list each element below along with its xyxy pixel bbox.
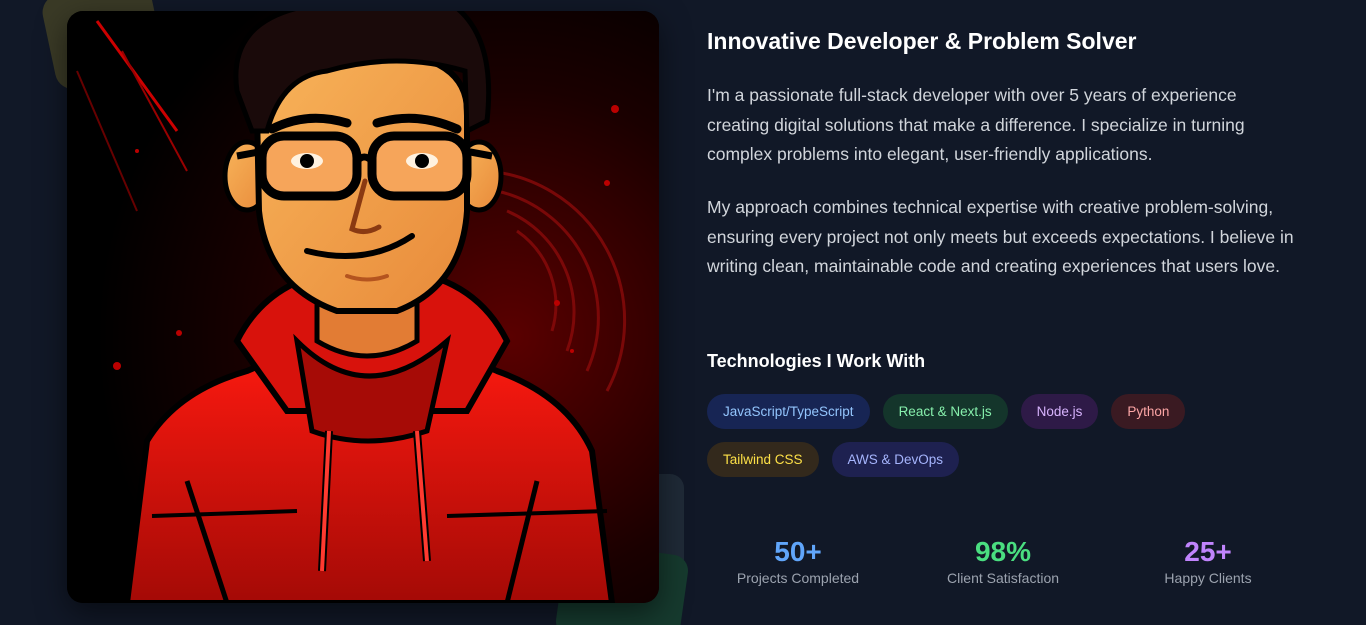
technology-tag: Python	[1111, 394, 1186, 429]
stat-label: Client Satisfaction	[946, 570, 1060, 586]
stat-projects: 50+ Projects Completed	[698, 535, 898, 586]
technology-tag: Node.js	[1020, 394, 1099, 429]
stat-happy-clients: 25+ Happy Clients	[1108, 535, 1308, 586]
stat-satisfaction: 98% Client Satisfaction	[903, 535, 1103, 586]
about-paragraph: My approach combines technical expertise…	[707, 197, 1294, 276]
technology-tag-list: JavaScript/TypeScript React & Next.js Node…	[707, 394, 1207, 477]
stat-label: Happy Clients	[1164, 570, 1252, 586]
about-paragraph: I'm a passionate full-stack developer wi…	[707, 85, 1245, 164]
about-heading: Innovative Developer & Problem Solver	[707, 28, 1137, 54]
profile-illustration	[67, 11, 659, 603]
about-section: Innovative Developer & Problem Solver I'…	[0, 0, 1366, 625]
technology-tag: React & Next.js	[882, 394, 1008, 429]
technology-tag: AWS & DevOps	[831, 442, 960, 477]
technology-tag: JavaScript/TypeScript	[707, 394, 870, 429]
stat-value: 98%	[974, 536, 1032, 567]
stat-value: 25+	[1184, 536, 1232, 567]
stat-value: 50+	[774, 536, 822, 567]
stat-label: Projects Completed	[736, 570, 860, 586]
technologies-heading: Technologies I Work With	[707, 351, 926, 371]
technology-tag: Tailwind CSS	[707, 442, 819, 477]
